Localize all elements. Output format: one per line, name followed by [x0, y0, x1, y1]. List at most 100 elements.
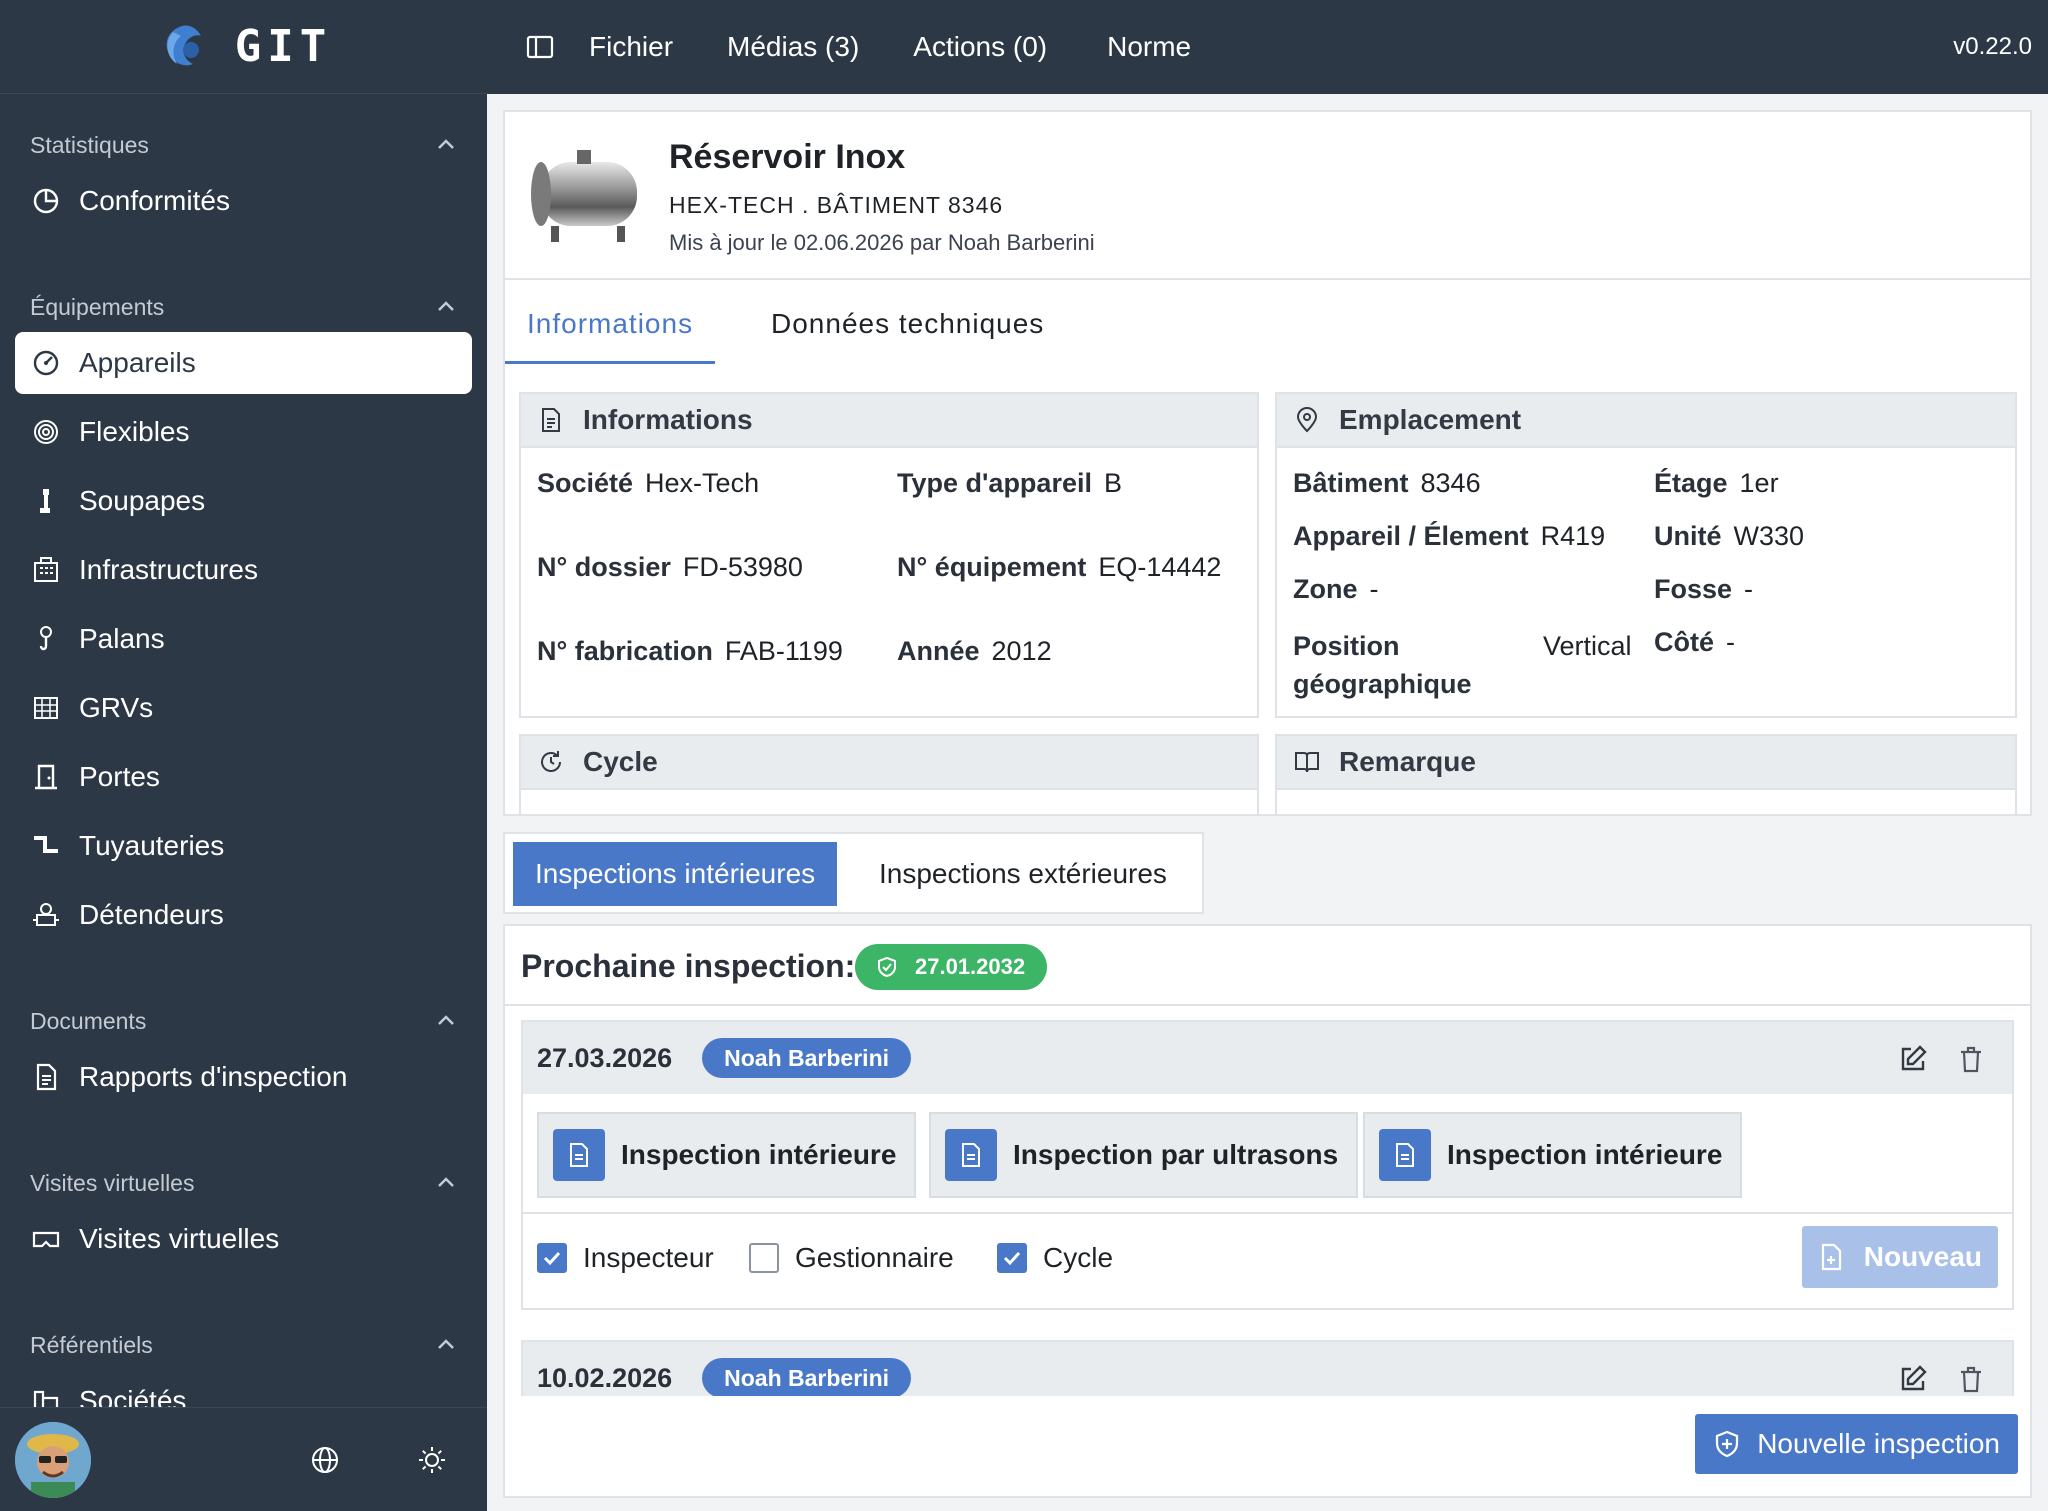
sidebar-item-label: Sociétés: [79, 1385, 187, 1407]
sidebar: GIT Statistiques Conformités Équipements…: [0, 0, 487, 1511]
equipment-subtitle: HEX-TECH . BÂTIMENT 8346: [669, 192, 1004, 218]
section-title: Statistiques: [30, 131, 149, 158]
vr-headset-icon: [32, 1231, 60, 1248]
chevron-up-icon[interactable]: [435, 134, 457, 156]
tab-inspections-exterieures[interactable]: Inspections extérieures: [857, 842, 1189, 906]
sidebar-item-portes[interactable]: Portes: [15, 746, 472, 808]
section-documents[interactable]: Documents: [0, 996, 487, 1046]
field-fabrication: N° fabrication FAB-1199: [537, 636, 843, 666]
checkbox-label: Cycle: [1043, 1242, 1114, 1273]
spiral-icon: [34, 420, 58, 444]
menu-norme[interactable]: Norme: [1107, 31, 1191, 63]
checkbox[interactable]: [537, 1243, 567, 1273]
trash-icon[interactable]: [1956, 1364, 1986, 1394]
pie-chart-icon: [33, 188, 59, 214]
entry-header: 27.03.2026 Noah Barberini: [523, 1022, 2012, 1094]
valve-icon: [40, 489, 50, 513]
nouveau-button[interactable]: Nouveau: [1801, 1226, 1998, 1288]
pipe-icon: [34, 836, 58, 853]
globe-icon[interactable]: [309, 1444, 341, 1476]
document-icon: [1379, 1129, 1431, 1181]
sidebar-nav[interactable]: Statistiques Conformités Équipements App…: [0, 94, 487, 1407]
next-inspection-date: 27.01.2032: [915, 954, 1026, 979]
sidebar-item-soupapes[interactable]: Soupapes: [15, 470, 472, 532]
regulator-icon: [33, 903, 59, 926]
sidebar-item-infrastructures[interactable]: Infrastructures: [15, 539, 472, 601]
section-referentiels[interactable]: Référentiels: [0, 1320, 487, 1370]
tab-informations[interactable]: Informations: [505, 308, 716, 364]
sidebar-item-label: GRVs: [79, 692, 154, 723]
entry-date: 27.03.2026: [537, 1042, 673, 1073]
checkbox-label: Inspecteur: [583, 1242, 714, 1273]
sidebar-item-tuyauteries[interactable]: Tuyauteries: [15, 815, 472, 877]
sidebar-item-visites[interactable]: Visites virtuelles: [15, 1208, 472, 1270]
chevron-up-icon[interactable]: [435, 296, 457, 318]
sidebar-item-label: Infrastructures: [79, 554, 258, 585]
document-button[interactable]: Inspection intérieure: [1363, 1112, 1743, 1198]
refresh-clock-icon: [541, 751, 561, 772]
shield-check-icon: [878, 956, 896, 978]
menu-medias[interactable]: Médias (3): [727, 31, 859, 63]
checkbox[interactable]: [749, 1243, 779, 1273]
document-button[interactable]: Inspection par ultrasons: [929, 1112, 1359, 1198]
sidebar-item-label: Conformités: [79, 185, 230, 216]
document-icon: [945, 1129, 997, 1181]
new-document-icon: [1821, 1243, 1841, 1271]
trash-icon[interactable]: [1956, 1044, 1986, 1074]
avatar-image: [15, 1421, 91, 1498]
edit-icon[interactable]: [1898, 1364, 1928, 1394]
document-button[interactable]: Inspection intérieure: [537, 1112, 917, 1198]
nouvelle-inspection-button[interactable]: Nouvelle inspection: [1695, 1414, 2018, 1474]
checkbox-cycle[interactable]: Cycle: [997, 1242, 1113, 1274]
chevron-up-icon[interactable]: [435, 1010, 457, 1032]
tab-inspections-interieures[interactable]: Inspections intérieures: [513, 842, 838, 906]
informations-panel: Informations Société Hex-Tech Type d'appa…: [519, 392, 1259, 718]
document-icon: [553, 1129, 605, 1181]
section-equipements[interactable]: Équipements: [0, 282, 487, 332]
equipment-title: Réservoir Inox: [669, 138, 906, 176]
field-equipement: N° équipement EQ-14442: [897, 552, 1222, 582]
panel-title: Remarque: [1339, 746, 1476, 777]
checkbox-gestionnaire[interactable]: Gestionnaire: [749, 1242, 954, 1274]
topbar: Fichier Médias (3) Actions (0) Norme v0.…: [487, 0, 2048, 94]
entry-date: 10.02.2026: [537, 1362, 673, 1393]
sun-icon[interactable]: [416, 1444, 448, 1476]
checkbox[interactable]: [997, 1243, 1027, 1273]
location-pin-icon: [1296, 407, 1318, 433]
avatar[interactable]: [15, 1421, 91, 1498]
panel-header: Cycle: [521, 736, 1257, 790]
checkbox-label: Gestionnaire: [795, 1242, 954, 1273]
sidebar-item-appareils[interactable]: Appareils: [15, 332, 472, 394]
sidebar-item-rapports[interactable]: Rapports d'inspection: [15, 1046, 472, 1108]
menu-fichier[interactable]: Fichier: [589, 31, 673, 63]
sidebar-item-conformites[interactable]: Conformités: [15, 170, 472, 232]
menu-actions[interactable]: Actions (0): [913, 31, 1047, 63]
sidebar-toggle-icon[interactable]: [525, 32, 555, 62]
sidebar-item-label: Appareils: [79, 347, 196, 378]
sidebar-item-palans[interactable]: Palans: [15, 608, 472, 670]
sidebar-item-label: Flexibles: [79, 416, 190, 447]
inspection-entry: 27.03.2026 Noah Barberini Inspection int…: [521, 1020, 2014, 1310]
door-icon: [35, 764, 57, 790]
section-statistiques[interactable]: Statistiques: [0, 120, 487, 170]
app-name: GIT: [234, 21, 333, 72]
chevron-up-icon[interactable]: [435, 1334, 457, 1356]
sidebar-item-grvs[interactable]: GRVs: [15, 677, 472, 739]
sidebar-item-flexibles[interactable]: Flexibles: [15, 401, 472, 463]
field-type: Type d'appareil B: [897, 468, 1122, 498]
section-visites[interactable]: Visites virtuelles: [0, 1158, 487, 1208]
edit-icon[interactable]: [1898, 1044, 1928, 1074]
sidebar-item-societes[interactable]: Sociétés: [15, 1370, 472, 1407]
checkbox-inspecteur[interactable]: Inspecteur: [537, 1242, 714, 1274]
tab-donnees-techniques[interactable]: Données techniques: [749, 308, 1066, 364]
field-dossier: N° dossier FD-53980: [537, 552, 803, 582]
remarque-panel: Remarque: [1275, 734, 2017, 814]
panel-header: Informations: [521, 394, 1257, 448]
sidebar-item-label: Visites virtuelles: [79, 1223, 280, 1254]
shield-plus-icon: [1716, 1430, 1739, 1458]
chevron-up-icon[interactable]: [435, 1172, 457, 1194]
sidebar-item-detendeurs[interactable]: Détendeurs: [15, 884, 472, 946]
brand[interactable]: GIT: [0, 0, 487, 94]
nouvelle-inspection-label: Nouvelle inspection: [1757, 1428, 2000, 1459]
section-title: Équipements: [30, 293, 165, 320]
